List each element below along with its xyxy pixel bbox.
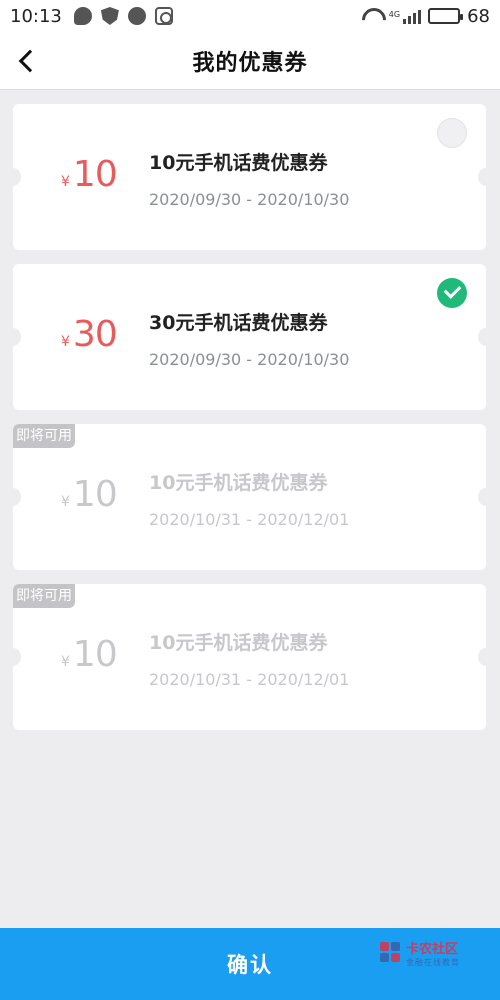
- watermark-sub: 金融在线教育: [406, 958, 460, 967]
- page-title: 我的优惠券: [192, 50, 308, 76]
- amount-value: 10: [72, 474, 118, 515]
- coupon-title: 10元手机话费优惠券: [149, 152, 328, 174]
- amount-value: 10: [72, 634, 118, 675]
- coupon-card-disabled: 即将可用 ¥ 10 10元手机话费优惠券 2020/10/31 - 2020/1…: [5, 584, 494, 730]
- watermark-logo-icon: [380, 942, 402, 964]
- coupon-title: 10元手机话费优惠券: [149, 472, 328, 494]
- signal-icon: [403, 8, 422, 24]
- amount-value: 30: [72, 314, 118, 355]
- nav-bar: 我的优惠券: [0, 32, 500, 90]
- check-circle-icon[interactable]: [437, 278, 467, 308]
- currency-symbol: ¥: [61, 334, 70, 350]
- network-type: 4G: [388, 9, 401, 19]
- shield-icon: [100, 7, 119, 25]
- confirm-label: 确认: [227, 953, 273, 977]
- confirm-button[interactable]: 确认 卡农社区 金融在线教育: [0, 928, 500, 1000]
- currency-symbol: ¥: [61, 494, 70, 510]
- status-time: 10:13: [10, 5, 62, 27]
- watermark-text: 卡农社区 金融在线教育: [406, 938, 460, 968]
- radio-unchecked-icon[interactable]: [437, 118, 467, 148]
- coupon-amount: ¥ 10: [61, 474, 118, 515]
- coupon-amount: ¥ 10: [61, 634, 118, 675]
- chat-dots-icon: [127, 7, 146, 25]
- wifi-icon: [360, 8, 382, 24]
- status-right: 4G 68: [360, 6, 490, 27]
- coming-soon-badge: 即将可用: [13, 584, 75, 608]
- currency-symbol: ¥: [61, 654, 70, 670]
- battery-percent: 68: [467, 5, 490, 27]
- amount-value: 10: [72, 154, 118, 195]
- coupon-amount: ¥ 30: [61, 314, 118, 355]
- coupon-title: 30元手机话费优惠券: [149, 312, 328, 334]
- coupon-amount: ¥ 10: [61, 154, 118, 195]
- coupon-card[interactable]: ¥ 10 10元手机话费优惠券 2020/09/30 - 2020/10/30: [5, 104, 494, 250]
- coupon-date: 2020/09/30 - 2020/10/30: [149, 190, 350, 209]
- message-bubble-icon: [73, 7, 92, 25]
- coupon-date: 2020/10/31 - 2020/12/01: [149, 510, 350, 529]
- status-bar: 10:13 4G 68: [0, 0, 500, 32]
- currency-symbol: ¥: [61, 174, 70, 190]
- coupon-card[interactable]: ¥ 30 30元手机话费优惠券 2020/09/30 - 2020/10/30: [5, 264, 494, 410]
- coupon-title: 10元手机话费优惠券: [149, 632, 328, 654]
- battery-icon: [428, 8, 464, 24]
- watermark: 卡农社区 金融在线教育: [380, 938, 460, 968]
- watermark-name: 卡农社区: [406, 942, 459, 957]
- coming-soon-badge: 即将可用: [13, 424, 75, 448]
- coupon-list: ¥ 10 10元手机话费优惠券 2020/09/30 - 2020/10/30 …: [5, 104, 494, 744]
- chevron-left-icon[interactable]: [12, 46, 42, 76]
- coupon-date: 2020/09/30 - 2020/10/30: [149, 350, 350, 369]
- target-icon: [154, 7, 173, 25]
- coupon-card-disabled: 即将可用 ¥ 10 10元手机话费优惠券 2020/10/31 - 2020/1…: [5, 424, 494, 570]
- coupon-date: 2020/10/31 - 2020/12/01: [149, 670, 350, 689]
